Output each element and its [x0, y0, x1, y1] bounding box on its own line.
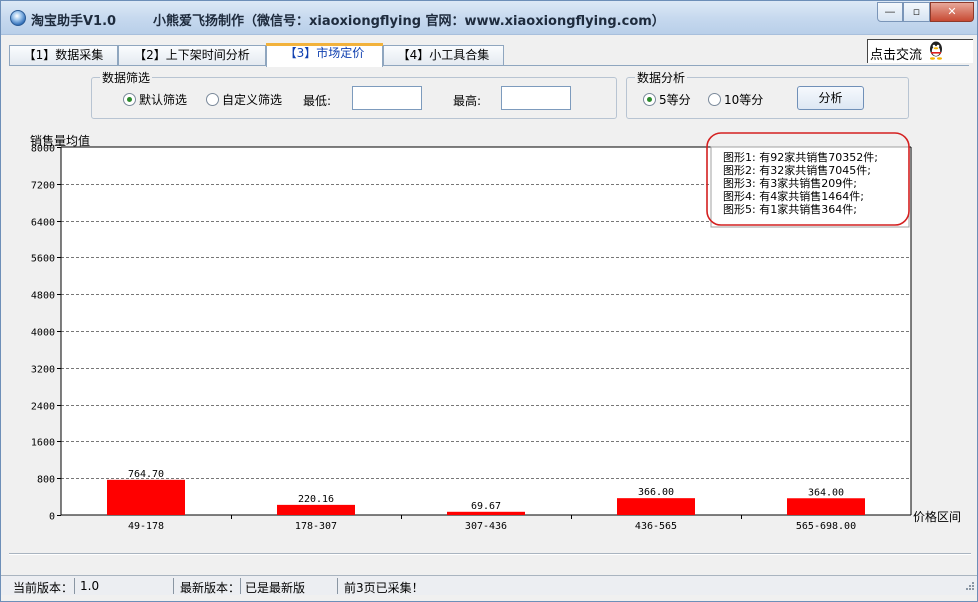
status-separator — [337, 578, 338, 594]
app-window: 淘宝助手V1.0 小熊爱飞扬制作（微信号：xiaoxiongflying 官网：… — [0, 0, 978, 602]
chart-y-tick-label: 5600 — [31, 254, 55, 265]
chart-x-tick-label: 565-698.00 — [796, 521, 856, 532]
latest-version-value: 已是最新版 — [245, 581, 306, 595]
current-version-value: 1.0 — [80, 579, 100, 593]
current-version-label: 当前版本： — [13, 581, 74, 595]
status-separator — [173, 578, 174, 594]
chart-y-tick-label: 7200 — [31, 181, 55, 192]
market-price-chart: 0800160024003200400048005600640072008000… — [30, 132, 961, 532]
chart-bar-value-label: 764.70 — [128, 469, 164, 480]
chart-legend: 图形1: 有92家共销售70352件;图形2: 有32家共销售7045件;图形3… — [706, 132, 910, 228]
chart-y-tick-label: 2400 — [31, 402, 55, 413]
chart-legend-entry: 图形4: 有4家共销售1464件; — [723, 189, 864, 203]
chart-bar-value-label: 366.00 — [638, 487, 674, 498]
chart-y-tick-label: 3200 — [31, 365, 55, 376]
chart-x-tick-label: 307-436 — [465, 521, 507, 532]
collection-status-message: 前3页已采集！ — [344, 581, 424, 595]
tab-market-pricing[interactable]: 【3】市场定价 — [266, 43, 383, 67]
chart-y-tick-label: 800 — [37, 475, 55, 486]
chart-y-ticks: 0800160024003200400048005600640072008000 — [31, 144, 61, 523]
chart-bar — [787, 498, 865, 515]
active-tab-indicator — [266, 43, 383, 46]
chart-legend-entry: 图形5: 有1家共销售364件; — [723, 202, 857, 216]
chart-legend-entry: 图形3: 有3家共销售209件; — [723, 176, 857, 190]
chart-bar — [447, 511, 525, 515]
chart-y-axis-label: 销售量均值 — [30, 133, 90, 148]
chart-x-tick-label: 178-307 — [295, 521, 337, 532]
status-separator — [240, 578, 241, 594]
status-bar: 当前版本： 1.0 最新版本： 已是最新版 前3页已采集！ — [1, 575, 977, 595]
chart-legend-entry: 图形1: 有92家共销售70352件; — [723, 150, 878, 164]
chart-bar — [277, 504, 355, 515]
chart-bar-value-label: 220.16 — [298, 494, 334, 505]
chart-x-tick-label: 49-178 — [128, 521, 164, 532]
resize-grip-icon[interactable] — [963, 581, 975, 593]
status-separator — [74, 578, 75, 594]
tab-label: 【3】市场定价 — [284, 46, 365, 60]
chart-x-ticks: 49-178 178-307 307-436 436-565 565-698.00 — [128, 515, 856, 532]
chart-legend-entry: 图形2: 有32家共销售7045件; — [723, 163, 871, 177]
chart-bar — [107, 479, 185, 515]
bottom-divider — [9, 553, 971, 555]
chart-legend-entries: 图形1: 有92家共销售70352件;图形2: 有32家共销售7045件;图形3… — [723, 150, 878, 216]
chart-y-tick-label: 6400 — [31, 218, 55, 229]
chart-x-tick-label: 436-565 — [635, 521, 677, 532]
chart-y-tick-label: 4800 — [31, 291, 55, 302]
chart-y-tick-label: 0 — [49, 512, 55, 523]
chart-bar-value-label: 69.67 — [471, 501, 501, 512]
chart-x-axis-label: 价格区间 — [913, 509, 961, 524]
chart-y-tick-label: 4000 — [31, 328, 55, 339]
latest-version-label: 最新版本： — [180, 581, 241, 595]
chart-bar-value-label: 364.00 — [808, 487, 844, 498]
chart-y-tick-label: 1600 — [31, 438, 55, 449]
chart-bar — [617, 498, 695, 515]
